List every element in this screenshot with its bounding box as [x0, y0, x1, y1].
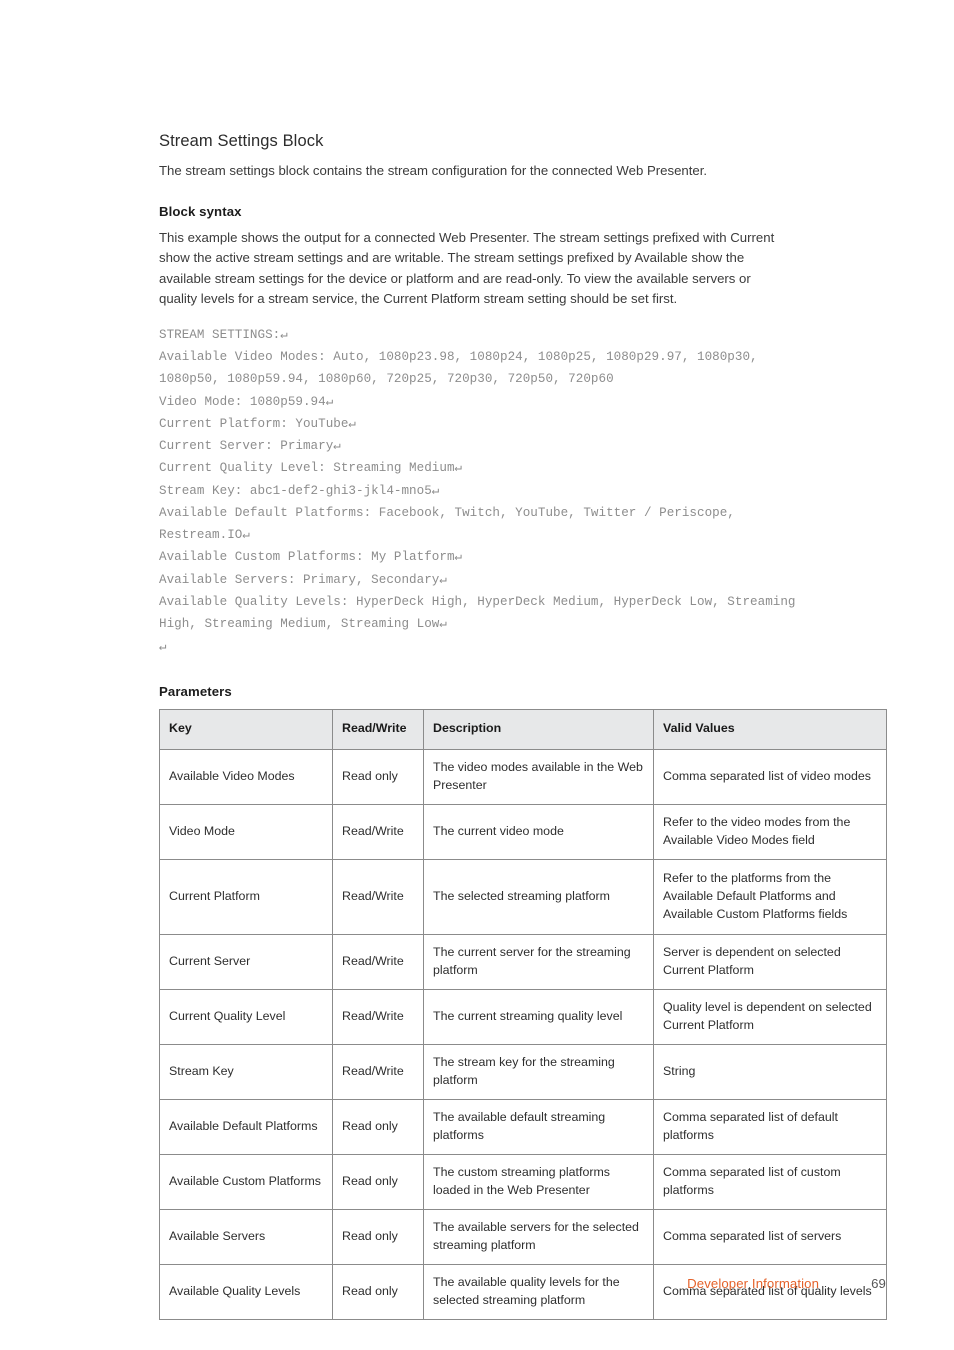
cell-key: Available Video Modes: [159, 748, 333, 805]
cell-read-write: Read only: [332, 1153, 424, 1210]
cell-valid-values: Comma separated list of default platform…: [653, 1098, 887, 1155]
cell-read-write: Read only: [332, 1208, 424, 1265]
cell-key: Stream Key: [159, 1043, 333, 1100]
code-line: Available Custom Platforms: My Platform↵: [159, 550, 463, 565]
cell-description: The stream key for the streaming platfor…: [423, 1043, 654, 1100]
cell-read-write: Read only: [332, 1098, 424, 1155]
cell-key: Current Server: [159, 933, 333, 990]
code-line: ↵: [159, 639, 167, 654]
code-line: STREAM SETTINGS:↵: [159, 327, 288, 342]
cell-read-write: Read/Write: [332, 858, 424, 935]
cell-valid-values: Comma separated list of custom platforms: [653, 1153, 887, 1210]
cell-read-write: Read/Write: [332, 1043, 424, 1100]
cell-description: The available servers for the selected s…: [423, 1208, 654, 1265]
table-row: Current Server Read/Write The current se…: [159, 933, 887, 990]
parameters-heading: Parameters: [159, 683, 232, 699]
cell-valid-values: Refer to the video modes from the Availa…: [653, 803, 887, 860]
parameters-table: Key Read/Write Description Valid Values …: [159, 708, 887, 1320]
table-row: Available Default Platforms Read only Th…: [159, 1098, 887, 1155]
code-line: Available Quality Levels: HyperDeck High…: [159, 595, 804, 632]
intro-paragraph: The stream settings block contains the s…: [159, 162, 708, 178]
cell-valid-values: Server is dependent on selected Current …: [653, 933, 887, 990]
code-line: Available Default Platforms: Facebook, T…: [159, 505, 743, 543]
cell-read-write: Read/Write: [332, 803, 424, 860]
cell-description: The current video mode: [423, 803, 654, 860]
page-title: Stream Settings Block: [159, 132, 324, 150]
table-header-row: Key Read/Write Description Valid Values: [159, 708, 887, 750]
cell-key: Current Quality Level: [159, 988, 333, 1045]
page-footer: Developer Information 69: [159, 1276, 886, 1296]
table-row: Available Servers Read only The availabl…: [159, 1208, 887, 1265]
block-syntax-heading: Block syntax: [159, 203, 242, 219]
cell-description: The current streaming quality level: [423, 988, 654, 1045]
code-line: Current Platform: YouTube↵: [159, 416, 357, 431]
document-page: Stream Settings Block The stream setting…: [0, 0, 954, 1350]
page-content: Stream Settings Block The stream setting…: [159, 131, 887, 1320]
cell-valid-values: String: [653, 1043, 887, 1100]
footer-section-label: Developer Information: [687, 1276, 819, 1291]
cell-description: The current server for the streaming pla…: [423, 933, 654, 990]
cell-read-write: Read/Write: [332, 988, 424, 1045]
table-row: Current Platform Read/Write The selected…: [159, 858, 887, 935]
cell-key: Available Servers: [159, 1208, 333, 1265]
cell-key: Current Platform: [159, 858, 333, 935]
cell-description: The custom streaming platforms loaded in…: [423, 1153, 654, 1210]
cell-valid-values: Refer to the platforms from the Availabl…: [653, 858, 887, 935]
table-row: Current Quality Level Read/Write The cur…: [159, 988, 887, 1045]
code-block: STREAM SETTINGS:↵ Available Video Modes:…: [159, 324, 804, 658]
code-line: Current Server: Primary↵: [159, 439, 341, 454]
block-syntax-paragraph: This example shows the output for a conn…: [159, 229, 775, 307]
cell-valid-values: Quality level is dependent on selected C…: [653, 988, 887, 1045]
cell-read-write: Read only: [332, 748, 424, 805]
cell-description: The available default streaming platform…: [423, 1098, 654, 1155]
cell-key: Available Custom Platforms: [159, 1153, 333, 1210]
cell-valid-values: Comma separated list of video modes: [653, 748, 887, 805]
cell-valid-values: Comma separated list of servers: [653, 1208, 887, 1265]
code-line: Video Mode: 1080p59.94↵: [159, 394, 334, 409]
cell-key: Available Default Platforms: [159, 1098, 333, 1155]
table-row: Available Custom Platforms Read only The…: [159, 1153, 887, 1210]
code-line: Available Video Modes: Auto, 1080p23.98,…: [159, 349, 766, 387]
cell-key: Video Mode: [159, 803, 333, 860]
column-header-key: Key: [159, 708, 333, 750]
code-line: Current Quality Level: Streaming Medium↵: [159, 461, 463, 476]
column-header-valid-values: Valid Values: [653, 708, 887, 750]
table-row: Stream Key Read/Write The stream key for…: [159, 1043, 887, 1100]
footer-page-number: 69: [871, 1276, 886, 1291]
cell-read-write: Read/Write: [332, 933, 424, 990]
code-line: Stream Key: abc1-def2-ghi3-jkl4-mno5↵: [159, 483, 440, 498]
table-row: Available Video Modes Read only The vide…: [159, 748, 887, 805]
code-line: Available Servers: Primary, Secondary↵: [159, 572, 447, 587]
column-header-read-write: Read/Write: [332, 708, 424, 750]
table-row: Video Mode Read/Write The current video …: [159, 803, 887, 860]
column-header-description: Description: [423, 708, 654, 750]
cell-description: The selected streaming platform: [423, 858, 654, 935]
cell-description: The video modes available in the Web Pre…: [423, 748, 654, 805]
